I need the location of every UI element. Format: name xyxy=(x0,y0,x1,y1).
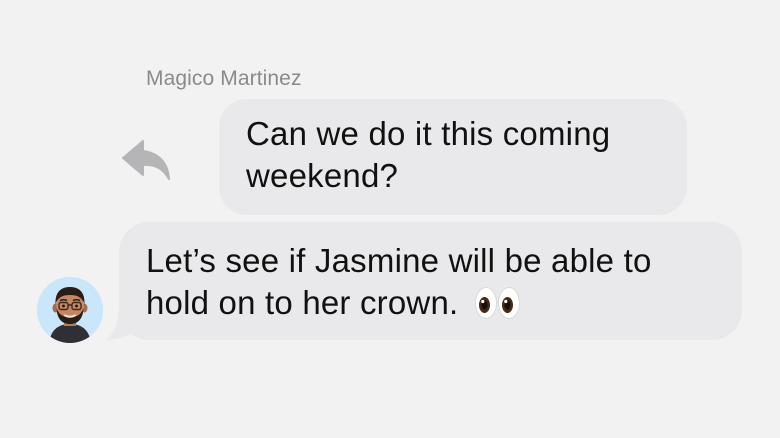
sender-name: Magico Martinez xyxy=(146,67,302,90)
memoji-avatar-icon xyxy=(37,277,103,343)
eyes-emoji-icon xyxy=(474,287,520,319)
reply-arrow-icon[interactable] xyxy=(121,137,171,181)
avatar[interactable] xyxy=(37,277,103,343)
conversation-view: Magico Martinez Can we do it this coming… xyxy=(0,0,780,438)
quoted-message-text: Can we do it this coming weekend? xyxy=(246,115,611,194)
reply-message-bubble[interactable]: Let’s see if Jasmine will be able to hol… xyxy=(119,222,742,340)
quoted-message-bubble[interactable]: Can we do it this coming weekend? xyxy=(219,99,687,215)
reply-message-text: Let’s see if Jasmine will be able to hol… xyxy=(146,242,652,321)
